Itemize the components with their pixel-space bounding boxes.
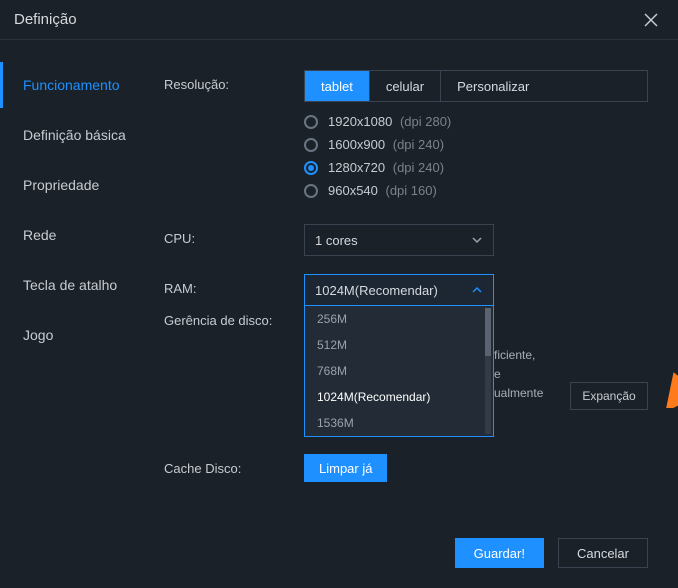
sidebar-item-3[interactable]: Rede bbox=[0, 212, 134, 258]
sidebar-item-2[interactable]: Propriedade bbox=[0, 162, 134, 208]
sidebar: FuncionamentoDefinição básicaPropriedade… bbox=[0, 40, 134, 588]
resolution-option-1[interactable]: 1600x900 (dpi 240) bbox=[304, 137, 648, 152]
disk-text: ficiente, e ualmente bbox=[494, 346, 554, 404]
close-icon bbox=[644, 13, 658, 27]
ram-option-4[interactable]: 1536M bbox=[305, 410, 493, 436]
resolution-mode-2[interactable]: Personalizar bbox=[440, 71, 545, 101]
close-button[interactable] bbox=[638, 7, 664, 33]
sidebar-item-4[interactable]: Tecla de atalho bbox=[0, 262, 134, 308]
radio-icon bbox=[304, 115, 318, 129]
resolution-option-0[interactable]: 1920x1080 (dpi 280) bbox=[304, 114, 648, 129]
ram-select[interactable]: 1024M(Recomendar) bbox=[304, 274, 494, 306]
scrollbar-thumb[interactable] bbox=[485, 308, 491, 356]
ram-dropdown: 256M512M768M1024M(Recomendar)1536M2048M bbox=[304, 306, 494, 437]
radio-icon bbox=[304, 161, 318, 175]
window-title: Definição bbox=[14, 11, 77, 28]
resolution-mode-1[interactable]: celular bbox=[369, 71, 440, 101]
save-button[interactable]: Guardar! bbox=[455, 538, 544, 568]
cancel-button[interactable]: Cancelar bbox=[558, 538, 648, 568]
ram-value: 1024M(Recomendar) bbox=[315, 283, 438, 298]
sidebar-item-1[interactable]: Definição básica bbox=[0, 112, 134, 158]
clear-cache-button[interactable]: Limpar já bbox=[304, 454, 387, 482]
sidebar-item-0[interactable]: Funcionamento bbox=[0, 62, 134, 108]
chevron-down-icon bbox=[471, 234, 483, 246]
ram-option-1[interactable]: 512M bbox=[305, 332, 493, 358]
scrollbar[interactable] bbox=[485, 308, 491, 434]
expand-button[interactable]: Expanção bbox=[570, 382, 648, 410]
content-panel: Resolução: tabletcelularPersonalizar 192… bbox=[134, 40, 678, 588]
resolution-option-2[interactable]: 1280x720 (dpi 240) bbox=[304, 160, 648, 175]
cpu-select[interactable]: 1 cores bbox=[304, 224, 494, 256]
resolution-option-3[interactable]: 960x540 (dpi 160) bbox=[304, 183, 648, 198]
cache-label: Cache Disco: bbox=[164, 454, 304, 476]
arrow-annotation bbox=[664, 238, 678, 408]
resolution-options: 1920x1080 (dpi 280) 1600x900 (dpi 240) 128… bbox=[304, 114, 648, 198]
ram-option-0[interactable]: 256M bbox=[305, 306, 493, 332]
radio-icon bbox=[304, 184, 318, 198]
sidebar-item-5[interactable]: Jogo bbox=[0, 312, 134, 358]
radio-icon bbox=[304, 138, 318, 152]
resolution-label: Resolução: bbox=[164, 70, 304, 92]
disk-label: Gerência de disco: bbox=[164, 306, 304, 328]
ram-option-2[interactable]: 768M bbox=[305, 358, 493, 384]
cpu-value: 1 cores bbox=[315, 233, 358, 248]
resolution-mode-0[interactable]: tablet bbox=[305, 71, 369, 101]
ram-label: RAM: bbox=[164, 274, 304, 296]
cpu-label: CPU: bbox=[164, 224, 304, 246]
ram-option-3[interactable]: 1024M(Recomendar) bbox=[305, 384, 493, 410]
resolution-mode-group: tabletcelularPersonalizar bbox=[304, 70, 648, 102]
chevron-up-icon bbox=[471, 284, 483, 296]
